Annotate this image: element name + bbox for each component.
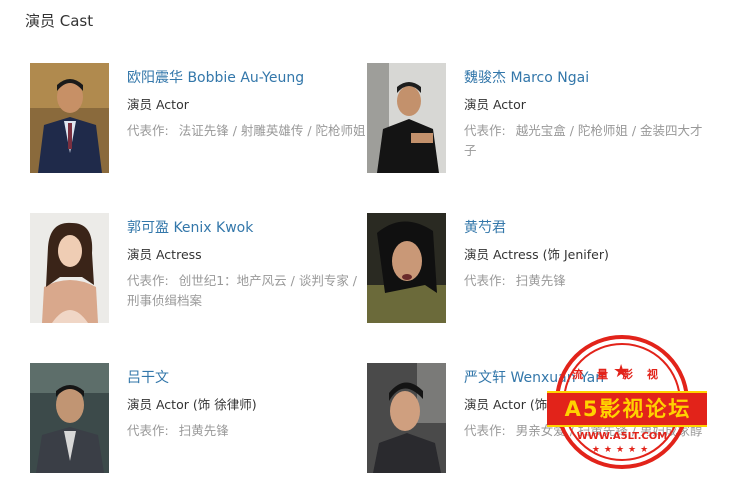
cast-name[interactable]: 严文轩 Wenxuan Yan bbox=[464, 367, 704, 389]
works-label: 代表作: bbox=[127, 123, 169, 138]
cast-role: 演员 Actor (饰 小东) bbox=[464, 397, 582, 412]
cast-photo[interactable] bbox=[367, 363, 446, 473]
cast-works: 代表作: 扫黄先锋 bbox=[127, 421, 367, 441]
cast-role: 演员 Actor bbox=[464, 97, 526, 112]
cast-name[interactable]: 欧阳震华 Bobbie Au-Yeung bbox=[127, 67, 367, 89]
works-label: 代表作: bbox=[127, 273, 169, 288]
cast-photo[interactable] bbox=[30, 363, 109, 473]
cast-name[interactable]: 魏骏杰 Marco Ngai bbox=[464, 67, 704, 89]
works-value: 扫黄先锋 bbox=[178, 423, 229, 438]
cast-photo[interactable] bbox=[30, 213, 109, 323]
cast-name[interactable]: 吕干文 bbox=[127, 367, 367, 389]
cast-photo[interactable] bbox=[367, 213, 446, 323]
cast-photo[interactable] bbox=[367, 63, 446, 173]
cast-card: 严文轩 Wenxuan Yan 演员 Actor (饰 小东) 代表作: 男亲女爱… bbox=[367, 363, 712, 478]
works-label: 代表作: bbox=[127, 423, 169, 438]
works-label: 代表作: bbox=[464, 423, 506, 438]
works-value: 扫黄先锋 bbox=[515, 273, 566, 288]
cast-name[interactable]: 郭可盈 Kenix Kwok bbox=[127, 217, 367, 239]
cast-card: 黄芍君 演员 Actress (饰 Jenifer) 代表作: 扫黄先锋 bbox=[367, 213, 712, 328]
works-value: 男亲女爱 / 扫黄先锋 / 男妇成家醇 bbox=[515, 423, 703, 438]
cast-card: 欧阳震华 Bobbie Au-Yeung 演员 Actor 代表作: 法证先锋 /… bbox=[30, 63, 375, 178]
cast-card: 魏骏杰 Marco Ngai 演员 Actor 代表作: 越光宝盒 / 陀枪师姐 … bbox=[367, 63, 712, 178]
cast-role: 演员 Actress bbox=[127, 247, 202, 262]
cast-role: 演员 Actress (饰 Jenifer) bbox=[464, 247, 609, 262]
cast-works: 代表作: 法证先锋 / 射雕英雄传 / 陀枪师姐 bbox=[127, 121, 367, 141]
cast-photo[interactable] bbox=[30, 63, 109, 173]
cast-name[interactable]: 黄芍君 bbox=[464, 217, 704, 239]
cast-role: 演员 Actor bbox=[127, 97, 189, 112]
works-label: 代表作: bbox=[464, 123, 506, 138]
cast-works: 代表作: 扫黄先锋 bbox=[464, 271, 704, 291]
cast-works: 代表作: 创世纪1：地产风云 / 谈判专家 / 刑事侦缉档案 bbox=[127, 271, 367, 311]
works-label: 代表作: bbox=[464, 273, 506, 288]
cast-works: 代表作: 越光宝盒 / 陀枪师姐 / 金装四大才子 bbox=[464, 121, 704, 161]
section-title: 演员 Cast bbox=[25, 12, 94, 30]
works-value: 法证先锋 / 射雕英雄传 / 陀枪师姐 bbox=[178, 123, 366, 138]
cast-card: 吕干文 演员 Actor (饰 徐律师) 代表作: 扫黄先锋 bbox=[30, 363, 375, 478]
cast-card: 郭可盈 Kenix Kwok 演员 Actress 代表作: 创世纪1：地产风云 … bbox=[30, 213, 375, 328]
cast-works: 代表作: 男亲女爱 / 扫黄先锋 / 男妇成家醇 bbox=[464, 421, 704, 441]
cast-role: 演员 Actor (饰 徐律师) bbox=[127, 397, 257, 412]
